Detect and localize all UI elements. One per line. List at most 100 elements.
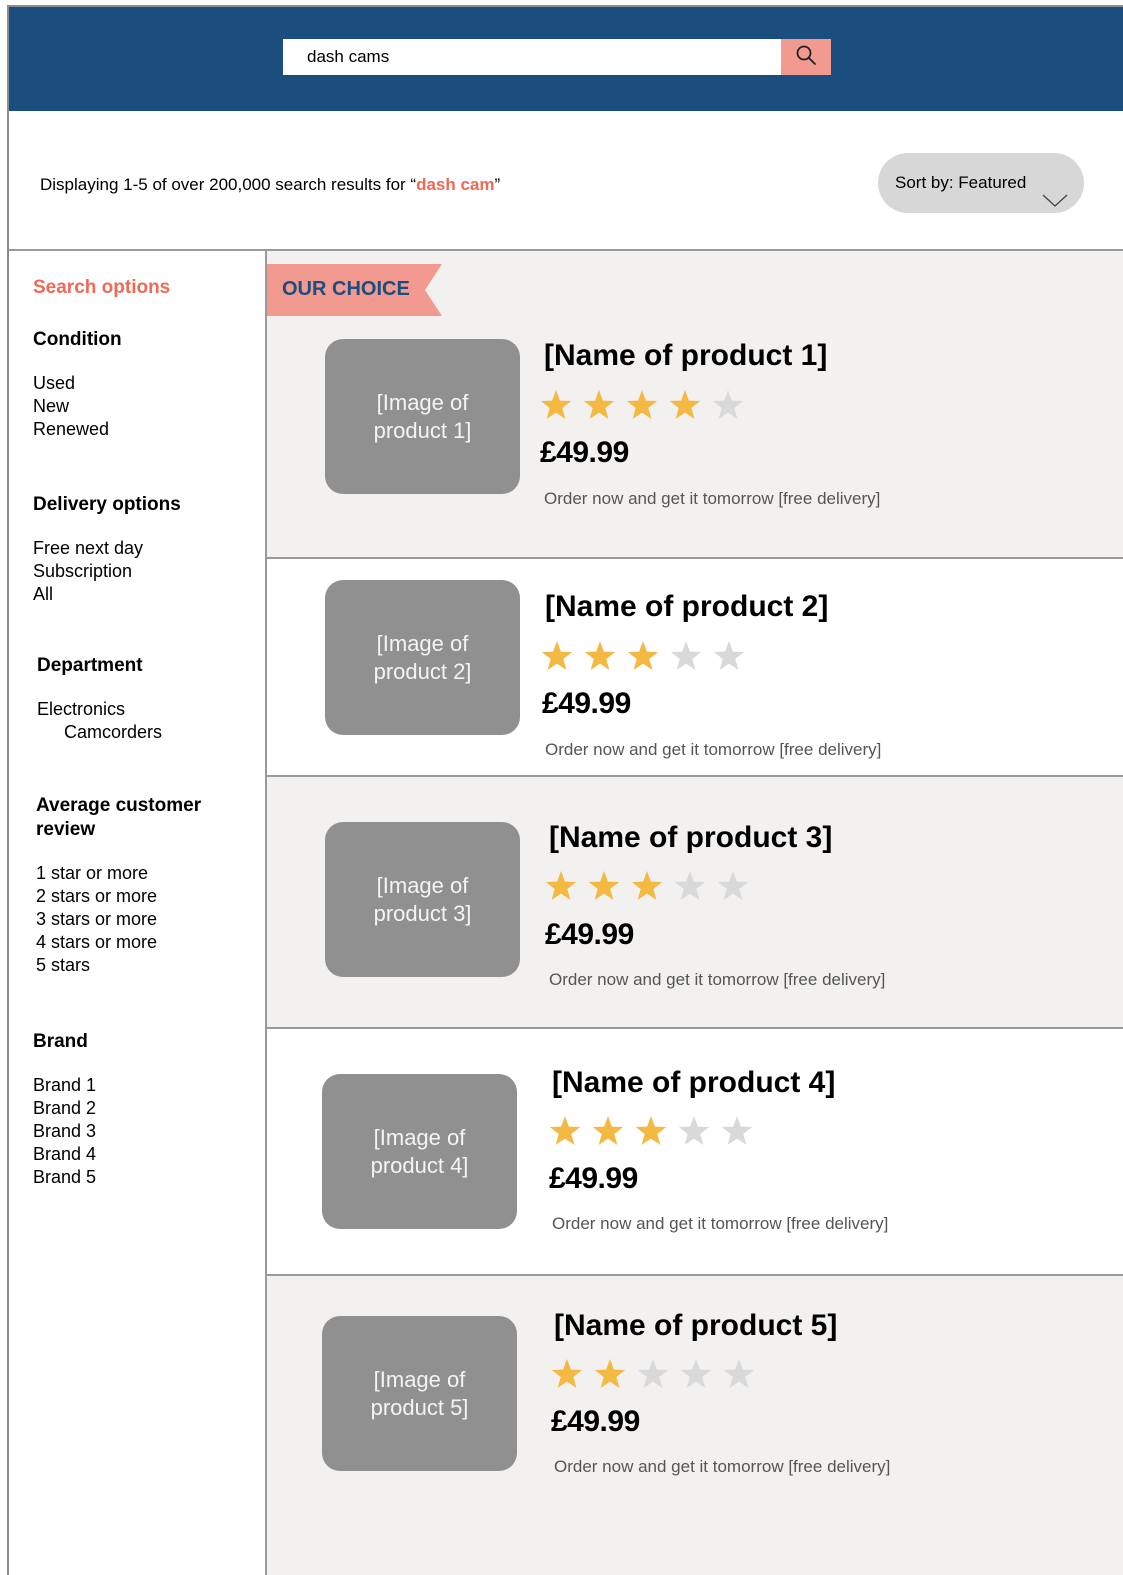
- delivery-options-list: Free next day Subscription All: [33, 537, 143, 606]
- star-icon: [721, 1116, 753, 1145]
- product-price: £49.99: [545, 918, 634, 951]
- product-name[interactable]: [Name of product 4]: [552, 1066, 835, 1100]
- star-icon: [635, 1116, 667, 1145]
- department-list: Electronics Camcorders: [37, 698, 162, 744]
- filter-delivery-free-next-day[interactable]: Free next day: [33, 537, 143, 560]
- product-name[interactable]: [Name of product 2]: [545, 590, 828, 624]
- star-rating: [540, 387, 755, 423]
- product-image[interactable]: [Image of product 1]: [325, 339, 520, 494]
- star-icon: [626, 390, 658, 419]
- product-image[interactable]: [Image of product 4]: [322, 1074, 517, 1229]
- star-rating: [545, 868, 760, 904]
- product-name[interactable]: [Name of product 5]: [554, 1309, 837, 1343]
- filter-brand-2[interactable]: Brand 2: [33, 1097, 96, 1120]
- product-image-label-line2: product 4]: [370, 1152, 469, 1178]
- product-image-label-line2: product 5]: [370, 1394, 469, 1420]
- filter-condition-used[interactable]: Used: [33, 372, 109, 395]
- product-image-label-line2: product 1]: [373, 417, 472, 443]
- filter-review-3[interactable]: 3 stars or more: [36, 908, 157, 931]
- department-heading: Department: [37, 655, 143, 676]
- star-icon: [669, 390, 701, 419]
- delivery-info: Order now and get it tomorrow [free deli…: [545, 740, 882, 759]
- product-image-label-line1: [Image of: [376, 872, 469, 898]
- star-icon: [637, 1359, 669, 1388]
- star-icon: [549, 1116, 581, 1145]
- delivery-info: Order now and get it tomorrow [free deli…: [544, 489, 881, 508]
- star-icon: [592, 1116, 624, 1145]
- results-prefix: Displaying 1-5 of over 200,000 search re…: [40, 175, 417, 194]
- star-icon: [545, 871, 577, 900]
- filter-brand-1[interactable]: Brand 1: [33, 1074, 96, 1097]
- product-image[interactable]: [Image of product 2]: [325, 580, 520, 735]
- star-rating: [551, 1356, 766, 1392]
- product-card: [Image of product 4] [Name of product 4] …: [267, 1029, 1123, 1274]
- filter-department-camcorders[interactable]: Camcorders: [37, 721, 162, 744]
- top-header: dash cams: [9, 7, 1123, 111]
- star-icon: [583, 390, 615, 419]
- delivery-info: Order now and get it tomorrow [free deli…: [554, 1457, 891, 1476]
- filter-review-2[interactable]: 2 stars or more: [36, 885, 157, 908]
- product-card: OUR CHOICE [Image of product 1] [Name of …: [267, 251, 1123, 557]
- star-icon: [712, 390, 744, 419]
- filter-delivery-all[interactable]: All: [33, 583, 143, 606]
- filter-review-1[interactable]: 1 star or more: [36, 862, 157, 885]
- filter-department-electronics[interactable]: Electronics: [37, 698, 162, 721]
- filter-brand-5[interactable]: Brand 5: [33, 1166, 96, 1189]
- delivery-info: Order now and get it tomorrow [free deli…: [549, 970, 886, 989]
- product-card: [Image of product 5] [Name of product 5] …: [267, 1276, 1123, 1575]
- star-icon: [627, 641, 659, 670]
- filter-delivery-subscription[interactable]: Subscription: [33, 560, 143, 583]
- product-price: £49.99: [549, 1162, 638, 1195]
- star-icon: [584, 641, 616, 670]
- star-icon: [717, 871, 749, 900]
- delivery-info: Order now and get it tomorrow [free deli…: [552, 1214, 889, 1233]
- star-icon: [678, 1116, 710, 1145]
- product-image-label-line2: product 2]: [373, 658, 472, 684]
- search-input[interactable]: dash cams: [283, 39, 781, 75]
- star-icon: [588, 871, 620, 900]
- sort-label: Sort by: Featured: [895, 173, 1027, 192]
- star-icon: [680, 1359, 712, 1388]
- delivery-options-heading: Delivery options: [33, 494, 181, 515]
- product-image-label-line1: [Image of: [373, 1124, 466, 1150]
- our-choice-ribbon: OUR CHOICE: [267, 264, 442, 316]
- product-image-label-line1: [Image of: [376, 389, 469, 415]
- search-icon: [795, 44, 817, 71]
- filter-condition-new[interactable]: New: [33, 395, 109, 418]
- filter-review-5[interactable]: 5 stars: [36, 954, 157, 977]
- product-image-label-line1: [Image of: [373, 1366, 466, 1392]
- filter-condition-renewed[interactable]: Renewed: [33, 418, 109, 441]
- product-name[interactable]: [Name of product 1]: [544, 339, 827, 373]
- filter-brand-3[interactable]: Brand 3: [33, 1120, 96, 1143]
- results-summary: Displaying 1-5 of over 200,000 search re…: [40, 175, 500, 195]
- results-suffix: ”: [494, 175, 501, 194]
- product-price: £49.99: [542, 687, 631, 720]
- filter-brand-4[interactable]: Brand 4: [33, 1143, 96, 1166]
- review-list: 1 star or more 2 stars or more 3 stars o…: [36, 862, 157, 977]
- product-card: [Image of product 3] [Name of product 3] …: [267, 777, 1123, 1027]
- star-rating: [549, 1113, 764, 1149]
- filter-review-4[interactable]: 4 stars or more: [36, 931, 157, 954]
- condition-heading: Condition: [33, 329, 122, 350]
- star-icon: [540, 390, 572, 419]
- search-button[interactable]: [781, 39, 831, 75]
- condition-list: Used New Renewed: [33, 372, 109, 441]
- page-frame: dash cams Displaying 1-5 of over 200,000…: [7, 5, 1123, 1575]
- results-bar: Displaying 1-5 of over 200,000 search re…: [9, 111, 1123, 251]
- product-image[interactable]: [Image of product 3]: [325, 822, 520, 977]
- product-image-label-line1: [Image of: [376, 630, 469, 656]
- product-image[interactable]: [Image of product 5]: [322, 1316, 517, 1471]
- star-icon: [631, 871, 663, 900]
- star-icon: [551, 1359, 583, 1388]
- review-heading: Average customer review: [36, 794, 201, 842]
- product-price: £49.99: [540, 436, 629, 469]
- sidebar-title: Search options: [33, 277, 171, 298]
- sort-dropdown[interactable]: Sort by: Featured: [878, 153, 1084, 213]
- star-rating: [541, 638, 756, 674]
- product-name[interactable]: [Name of product 3]: [549, 821, 832, 855]
- search-options-sidebar: Search options Condition Used New Renewe…: [9, 251, 267, 1575]
- chevron-down-icon: [1042, 173, 1068, 233]
- product-card: [Image of product 2] [Name of product 2] …: [267, 559, 1123, 775]
- star-icon: [713, 641, 745, 670]
- product-image-label-line2: product 3]: [373, 900, 472, 926]
